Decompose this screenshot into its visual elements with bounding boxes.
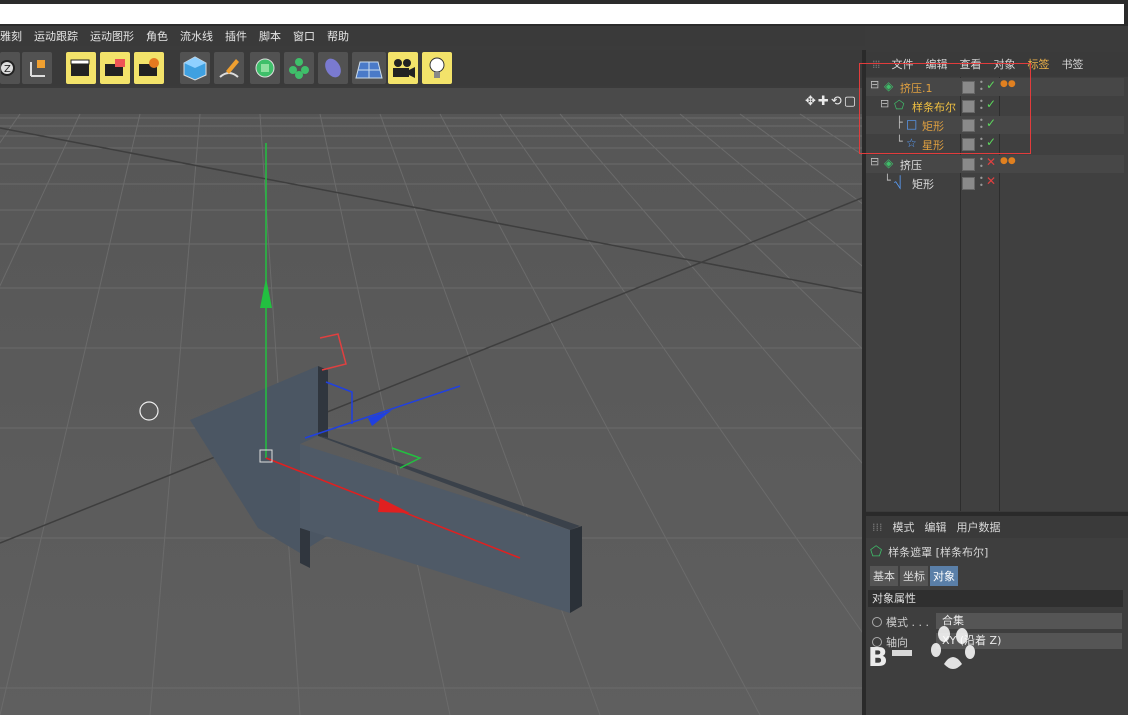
viewport-navigation-icons[interactable]: ✥✚⟲▢: [805, 94, 858, 109]
menu-item-motion-tracking[interactable]: 运动跟踪: [28, 28, 84, 44]
am-tab-edit[interactable]: 编辑: [925, 519, 947, 535]
render-picture-icon[interactable]: [100, 52, 130, 84]
attribute-title: ⬠ 样条遮罩 [样条布尔]: [870, 544, 988, 560]
deformer-icon[interactable]: [318, 52, 348, 84]
menu-item-window[interactable]: 窗口: [287, 28, 321, 44]
cube-icon[interactable]: [180, 52, 210, 84]
coordinate-icon[interactable]: [22, 52, 52, 84]
light-icon[interactable]: [422, 52, 452, 84]
tag-icon[interactable]: ●●: [1000, 156, 1016, 166]
disabled-cross-icon[interactable]: ✕: [986, 155, 996, 169]
visibility-dots[interactable]: • •: [979, 175, 984, 190]
undo-icon[interactable]: Z: [0, 52, 20, 84]
tree-line: └: [884, 174, 891, 187]
subdivision-icon[interactable]: [250, 52, 280, 84]
menu-item-script[interactable]: 脚本: [253, 28, 287, 44]
pen-icon[interactable]: [214, 52, 244, 84]
title-bar-strip: [0, 4, 1124, 24]
attribute-manager-menu: ⁞⁞⁞ 模式 编辑 用户数据: [866, 516, 1128, 538]
menu-item-pipeline[interactable]: 流水线: [174, 28, 219, 44]
panel-grip-icon[interactable]: ⁞⁞⁞: [872, 521, 883, 534]
section-header[interactable]: 对象属性: [868, 590, 1123, 607]
menu-bar: 雅刻 运动跟踪 运动图形 角色 流水线 插件 脚本 窗口 帮助: [0, 26, 865, 46]
menu-item-plugins[interactable]: 插件: [219, 28, 253, 44]
disabled-cross-icon[interactable]: ✕: [986, 174, 996, 188]
render-settings-icon[interactable]: [134, 52, 164, 84]
object-row-extrude[interactable]: ⊟ ◈ 挤压 • • ✕ ●●: [866, 155, 1124, 173]
object-name[interactable]: 挤压: [900, 157, 922, 173]
render-view-icon[interactable]: [66, 52, 96, 84]
menu-item-help[interactable]: 帮助: [321, 28, 355, 44]
attribute-title-text: 样条遮罩 [样条布尔]: [888, 546, 989, 559]
floor-icon[interactable]: [352, 52, 386, 84]
subtab-basic[interactable]: 基本: [870, 566, 898, 586]
object-row-rectangle-2[interactable]: └ ⎷ 矩形 • • ✕: [866, 174, 1124, 192]
am-tab-mode[interactable]: 模式: [893, 519, 915, 535]
spline-icon: ⎷: [894, 175, 902, 189]
cloner-icon[interactable]: [284, 52, 314, 84]
watermark-logo: B: [866, 620, 986, 690]
object-name[interactable]: 矩形: [912, 176, 934, 192]
am-tab-user-data[interactable]: 用户数据: [957, 519, 1001, 535]
camera-icon[interactable]: [388, 52, 418, 84]
subtab-coordinates[interactable]: 坐标: [900, 566, 928, 586]
extrude-icon: ◈: [884, 156, 894, 170]
svg-text:B: B: [868, 643, 888, 673]
svg-text:Z: Z: [4, 64, 11, 75]
menu-item-rigging[interactable]: 雅刻: [0, 28, 28, 44]
visibility-dots[interactable]: • •: [979, 156, 984, 171]
subtab-object[interactable]: 对象: [930, 566, 958, 586]
tree-expander[interactable]: ⊟: [870, 155, 879, 168]
layer-swatch[interactable]: [962, 177, 975, 190]
3d-viewport[interactable]: ✥✚⟲▢: [0, 88, 862, 715]
highlight-annotation: [859, 63, 1031, 154]
layer-swatch[interactable]: [962, 158, 975, 171]
spline-boolean-icon: ⬠: [870, 544, 883, 560]
title-bar: [0, 0, 1128, 26]
menu-item-mograph[interactable]: 运动图形: [84, 28, 140, 44]
menu-item-character[interactable]: 角色: [140, 28, 174, 44]
om-tab-bookmarks[interactable]: 书签: [1062, 56, 1084, 72]
viewport-scene: [0, 88, 862, 715]
attribute-subtabs: 基本 坐标 对象: [870, 566, 958, 586]
